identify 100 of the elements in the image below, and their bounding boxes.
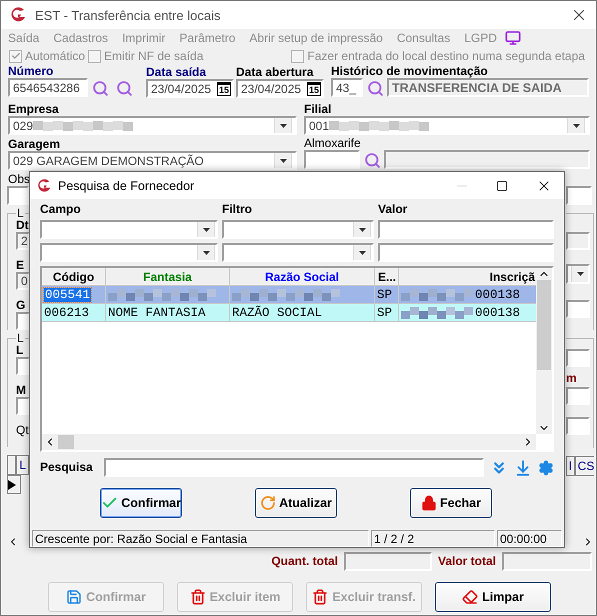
dropdown-arrow-icon xyxy=(280,158,286,162)
filter-label: Valor xyxy=(378,203,408,216)
column-header[interactable]: Código xyxy=(42,268,106,286)
calendar-button[interactable]: 15 xyxy=(216,82,231,96)
company-dropdown[interactable]: 029 xyxy=(8,116,297,135)
value-field[interactable] xyxy=(378,220,554,239)
lock-icon xyxy=(421,495,437,511)
maximize-icon[interactable] xyxy=(496,180,508,192)
dropdown-arrow-icon xyxy=(202,228,210,232)
field-label: M xyxy=(16,383,27,397)
date-field[interactable]: 23/04/2025 15 xyxy=(146,79,234,98)
download-icon[interactable] xyxy=(514,458,532,476)
vertical-scrollbar[interactable] xyxy=(536,268,552,434)
row-pointer-icon xyxy=(8,480,16,490)
search-icon[interactable] xyxy=(366,80,384,96)
status-text: 00:00:00 xyxy=(497,530,562,547)
garage-dropdown[interactable]: 029 GARAGEM DEMONSTRAÇÃO xyxy=(8,151,297,170)
trash-icon xyxy=(312,589,328,605)
group-title: L xyxy=(16,331,25,345)
dialog-button[interactable]: Confirmar xyxy=(100,488,182,518)
filter-label: Filtro xyxy=(222,203,253,216)
settings-icon[interactable] xyxy=(538,460,554,476)
field-label: m xyxy=(566,370,578,385)
material-field[interactable] xyxy=(566,386,590,405)
dropdown-arrow-icon xyxy=(576,272,584,276)
quantity-field[interactable] xyxy=(566,416,590,435)
description-field: TRANSFERENCIA DE SAIDA xyxy=(387,78,589,97)
checkbox-label: Automático xyxy=(25,49,86,63)
search-icon[interactable] xyxy=(92,80,108,96)
garage-field[interactable] xyxy=(566,300,590,318)
notes-field[interactable] xyxy=(7,186,29,205)
table-cell: 000138 xyxy=(475,306,520,320)
dropdown-arrow-icon xyxy=(280,124,286,128)
column-header[interactable]: Razão Social xyxy=(230,268,375,286)
checkbox-label: Emitir NF de saída xyxy=(104,49,204,63)
column-header[interactable]: CS xyxy=(574,456,594,476)
check-icon xyxy=(10,51,20,61)
field-dropdown[interactable] xyxy=(40,220,218,239)
dialog-button[interactable]: Fechar xyxy=(410,488,492,518)
eraser-icon xyxy=(462,589,478,605)
field-label: Data saída xyxy=(146,66,208,79)
notes-field[interactable] xyxy=(566,186,592,205)
search-label: Pesquisa xyxy=(40,461,94,474)
field-label: Empresa xyxy=(8,103,60,116)
dropdown-arrow-icon xyxy=(358,250,366,254)
status-text: 1 / 2 / 2 xyxy=(371,530,495,547)
horizontal-scrollbar[interactable] xyxy=(42,434,536,450)
field-label: Número xyxy=(8,65,54,78)
field-label: Garagem xyxy=(8,138,62,151)
search-field[interactable] xyxy=(104,458,484,477)
branch-dropdown[interactable]: 001 xyxy=(304,116,590,135)
column-header[interactable]: Inscriçã xyxy=(399,268,536,286)
table-cell: SP xyxy=(377,306,392,320)
location-field[interactable] xyxy=(16,357,29,375)
material-field[interactable] xyxy=(16,397,29,415)
field-label: Histórico de movimentação xyxy=(331,65,489,78)
dropdown-arrow-icon xyxy=(202,250,210,254)
table-row[interactable]: 005541 SP 000138 xyxy=(42,286,536,304)
app-logo-icon xyxy=(36,178,52,194)
search-icon[interactable] xyxy=(116,80,132,96)
table-row[interactable]: 006213 NOME FANTASIA RAZÃO SOCIAL SP 000138 xyxy=(42,304,536,322)
scrollbar-thumb[interactable] xyxy=(58,435,74,449)
status-text: Crescente por: Razão Social e Fantasia xyxy=(32,530,369,547)
calendar-button[interactable]: 15 xyxy=(306,82,321,96)
column-header[interactable]: l xyxy=(566,456,575,476)
window-title: EST - Transferência entre locais xyxy=(35,8,222,22)
monitor-icon[interactable] xyxy=(504,30,521,46)
table-cell: 005541 xyxy=(44,288,92,302)
filter-label: Campo xyxy=(40,203,82,216)
filter-dropdown[interactable] xyxy=(222,220,374,239)
field-label: Almoxarife xyxy=(304,137,362,150)
field-label: L xyxy=(16,343,24,357)
field-dropdown[interactable] xyxy=(40,243,218,262)
code-field[interactable]: 43_ xyxy=(331,78,363,97)
filter-dropdown[interactable] xyxy=(222,243,374,262)
table-cell: 006213 xyxy=(44,306,90,320)
column-header[interactable]: Fantasia xyxy=(106,268,230,286)
company-dropdown[interactable] xyxy=(566,264,590,284)
number-field[interactable]: 6546543286 xyxy=(8,78,88,97)
storekeeper-field[interactable] xyxy=(304,150,360,169)
dialog-button[interactable]: Atualizar xyxy=(255,488,337,518)
field-label: Filial xyxy=(304,103,332,116)
action-button[interactable]: Limpar xyxy=(435,582,551,612)
app-logo-icon xyxy=(9,6,27,24)
field-label: Data abertura xyxy=(236,66,314,79)
column-header[interactable]: E... xyxy=(375,268,399,286)
checkbox-label: Fazer entrada do local destino numa segunda etapa xyxy=(307,49,585,63)
column-header[interactable]: L xyxy=(16,454,29,475)
date-field[interactable]: 23/04/2025 15 xyxy=(236,79,324,98)
location-field[interactable] xyxy=(566,348,590,367)
total-label: Valor total xyxy=(438,554,496,568)
garage-field[interactable] xyxy=(16,312,29,330)
search-icon[interactable] xyxy=(364,152,380,168)
field-label: G xyxy=(16,298,26,312)
field-label: Obs xyxy=(8,172,30,186)
value-field[interactable] xyxy=(378,243,554,262)
table-cell: SP xyxy=(377,288,392,302)
table-cell: 000138 xyxy=(475,288,520,302)
scrollbar-thumb[interactable] xyxy=(537,280,551,370)
field-label: Qt xyxy=(16,423,29,437)
